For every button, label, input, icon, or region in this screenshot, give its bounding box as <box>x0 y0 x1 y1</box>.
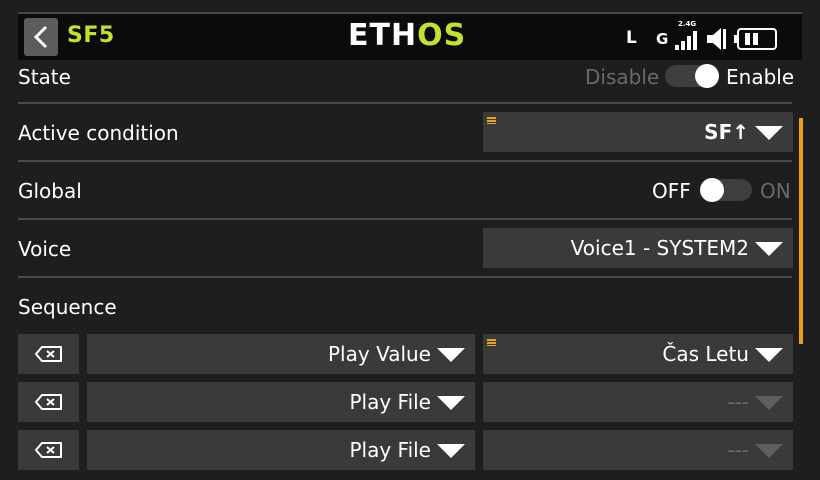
active-condition-value: SF↑ <box>704 120 749 144</box>
dropdown-arrow-icon <box>437 396 465 410</box>
dropdown-arrow-icon <box>755 126 783 140</box>
global-toggle-knob <box>700 178 724 202</box>
back-button[interactable] <box>24 18 58 56</box>
global-label: Global <box>18 179 82 203</box>
sequence-param-dropdown[interactable]: Čas Letu <box>483 334 793 374</box>
state-off-label: Disable <box>585 65 660 89</box>
sequence-param-value: --- <box>727 438 749 462</box>
sequence-label: Sequence <box>18 295 117 319</box>
state-toggle-knob <box>695 64 719 88</box>
dropdown-arrow-icon <box>755 242 783 256</box>
status-area: L G 2.4G <box>622 20 792 54</box>
voice-dropdown[interactable]: Voice1 - SYSTEM2 <box>483 228 793 268</box>
voice-value: Voice1 - SYSTEM2 <box>570 236 749 260</box>
sequence-action-value: Play File <box>349 438 431 462</box>
gps-indicator: G <box>656 30 669 48</box>
sequence-action-dropdown[interactable]: Play File <box>87 382 475 422</box>
sequence-row: Sequence <box>18 278 792 328</box>
backspace-icon <box>35 394 62 410</box>
scrollbar[interactable] <box>799 118 803 344</box>
focus-marker <box>487 117 496 124</box>
sequence-action-value: Play File <box>349 390 431 414</box>
trainer-indicator: L <box>626 28 637 48</box>
global-on-label: ON <box>760 179 791 203</box>
dropdown-arrow-icon <box>755 396 783 410</box>
dropdown-arrow-icon <box>755 348 783 362</box>
state-on-label: Enable <box>726 65 795 89</box>
active-condition-dropdown[interactable]: SF↑ <box>483 112 793 152</box>
logo-part-eth: ETH <box>348 18 418 53</box>
signal-bars-icon <box>675 31 697 50</box>
sequence-param-dropdown[interactable]: --- <box>483 430 793 470</box>
delete-step-button[interactable] <box>18 382 79 422</box>
state-row: State Disable Enable <box>18 62 795 102</box>
global-row: Global OFF ON <box>18 162 792 218</box>
page-title: SF5 <box>67 23 115 48</box>
backspace-icon <box>35 442 62 458</box>
delete-step-button[interactable] <box>18 430 79 470</box>
ethos-logo: ETHOS <box>348 21 466 51</box>
sequence-action-value: Play Value <box>328 342 431 366</box>
band-label: 2.4G <box>678 20 697 28</box>
header-bar: SF5 ETHOS L G 2.4G <box>18 12 802 60</box>
state-toggle[interactable] <box>665 64 721 89</box>
voice-label: Voice <box>18 237 72 261</box>
delete-step-button[interactable] <box>18 334 79 374</box>
focus-marker <box>487 339 496 346</box>
chevron-left-icon <box>33 25 48 49</box>
battery-icon <box>734 28 777 50</box>
dropdown-arrow-icon <box>437 444 465 458</box>
sequence-param-dropdown[interactable]: --- <box>483 382 793 422</box>
sequence-param-value: --- <box>727 390 749 414</box>
sequence-action-dropdown[interactable]: Play File <box>87 430 475 470</box>
state-label: State <box>18 65 71 89</box>
speaker-icon <box>707 28 726 50</box>
backspace-icon <box>35 346 62 362</box>
dropdown-arrow-icon <box>755 444 783 458</box>
dropdown-arrow-icon <box>437 348 465 362</box>
logo-part-os: OS <box>417 18 467 53</box>
sequence-action-dropdown[interactable]: Play Value <box>87 334 475 374</box>
global-off-label: OFF <box>652 179 691 203</box>
active-condition-label: Active condition <box>18 121 179 145</box>
sequence-param-value: Čas Letu <box>662 342 749 366</box>
global-toggle[interactable] <box>700 178 756 203</box>
